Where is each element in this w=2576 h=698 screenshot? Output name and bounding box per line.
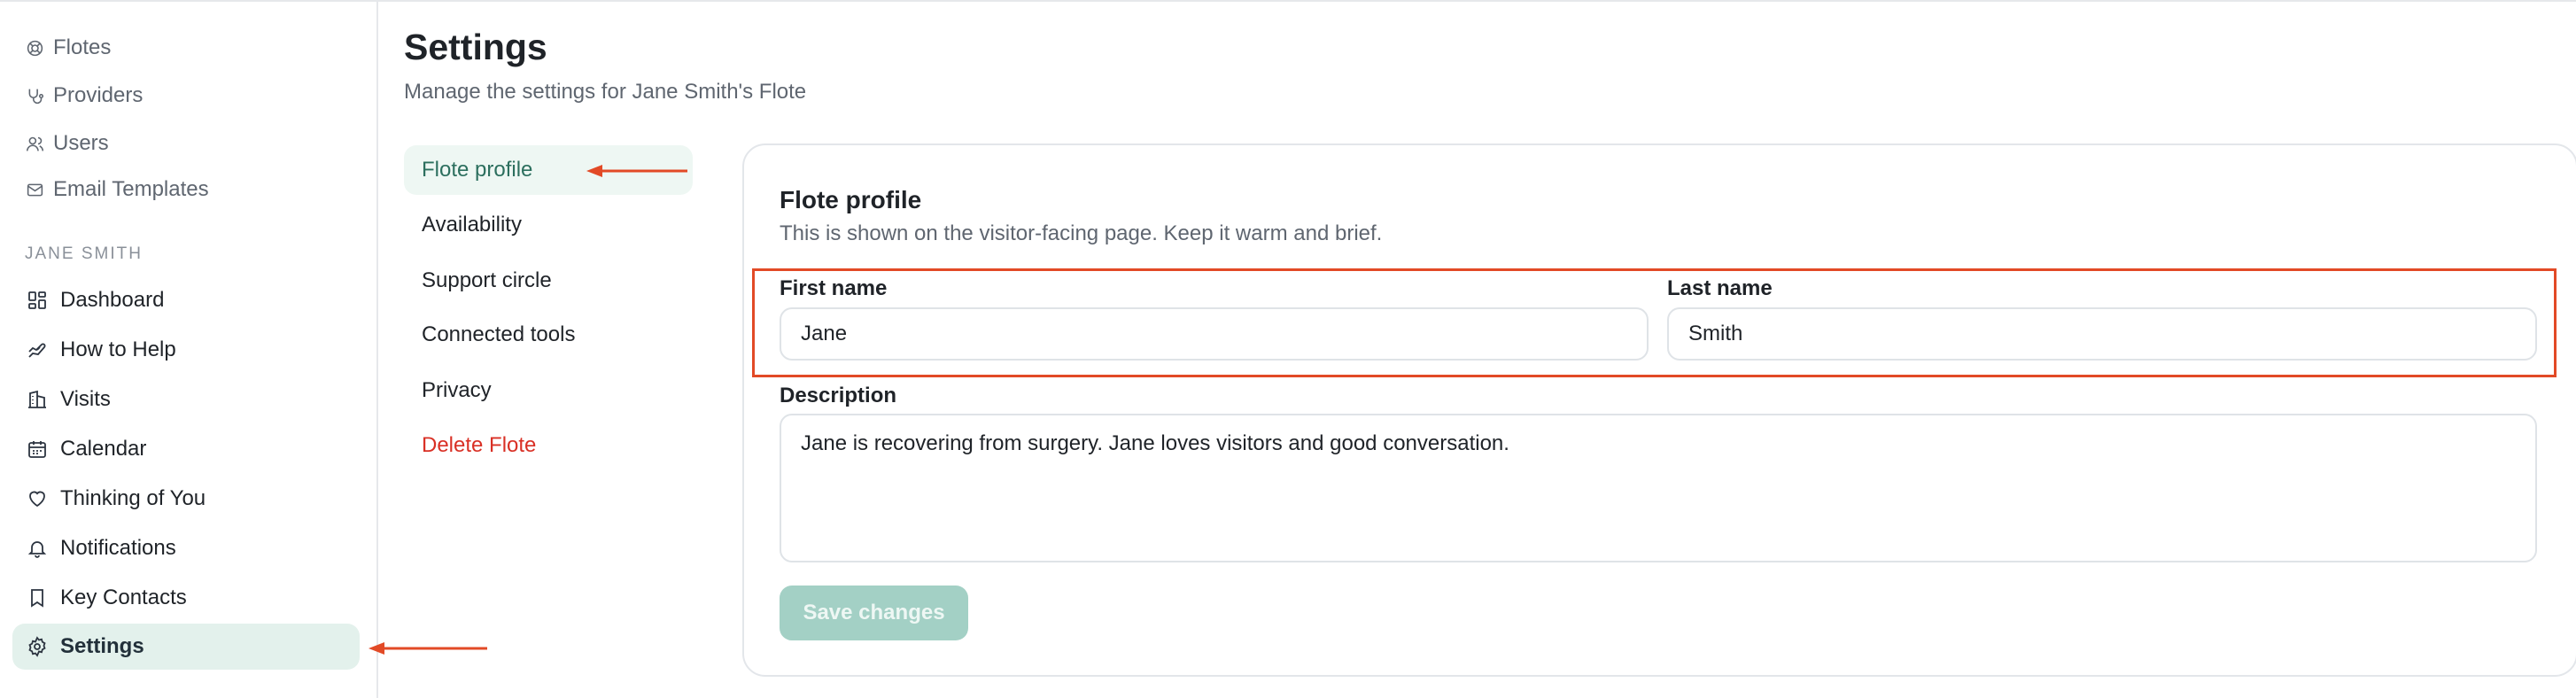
sidebar-item-label: Email Templates bbox=[53, 177, 209, 201]
sidebar-item-dashboard[interactable]: Dashboard bbox=[12, 277, 360, 323]
bell-icon bbox=[25, 536, 50, 561]
section-label: JANE SMITH bbox=[25, 244, 143, 263]
save-button[interactable]: Save changes bbox=[780, 586, 968, 640]
sidebar-item-visits[interactable]: Visits bbox=[12, 376, 360, 423]
sidebar-item-label: Providers bbox=[53, 83, 144, 107]
mail-icon bbox=[25, 177, 44, 202]
sidebar-item-label: Settings bbox=[60, 634, 144, 658]
description-field[interactable]: Jane is recovering from surgery. Jane lo… bbox=[780, 414, 2537, 562]
sidebar: Flotes Providers Users Email Templates J… bbox=[0, 0, 378, 698]
tab-connected-tools[interactable]: Connected tools bbox=[404, 310, 693, 360]
sidebar-item-flotes[interactable]: Flotes bbox=[12, 25, 360, 71]
lifebuoy-icon bbox=[25, 35, 44, 60]
annotation-arrow-flote-profile bbox=[586, 165, 687, 177]
sidebar-item-notifications[interactable]: Notifications bbox=[12, 525, 360, 571]
tab-delete-flote[interactable]: Delete Flote bbox=[404, 421, 693, 470]
description-label: Description bbox=[780, 384, 897, 407]
tab-support-circle[interactable]: Support circle bbox=[404, 256, 693, 306]
card-description: This is shown on the visitor-facing page… bbox=[780, 221, 1383, 245]
sidebar-item-label: Key Contacts bbox=[60, 586, 187, 609]
tab-privacy[interactable]: Privacy bbox=[404, 366, 693, 415]
sidebar-item-key-contacts[interactable]: Key Contacts bbox=[12, 575, 360, 621]
heart-icon bbox=[25, 486, 50, 511]
helping-hand-icon bbox=[25, 337, 50, 362]
sidebar-item-label: Flotes bbox=[53, 35, 112, 59]
sidebar-item-settings[interactable]: Settings bbox=[12, 624, 360, 670]
card-title: Flote profile bbox=[780, 186, 922, 213]
dashboard-icon bbox=[25, 288, 50, 313]
sidebar-item-label: Visits bbox=[60, 387, 111, 411]
annotation-arrow-settings bbox=[369, 642, 487, 655]
sidebar-item-email-templates[interactable]: Email Templates bbox=[12, 167, 360, 213]
sidebar-item-label: How to Help bbox=[60, 337, 176, 361]
sidebar-item-label: Users bbox=[53, 131, 109, 155]
bookmark-icon bbox=[25, 586, 50, 610]
stethoscope-icon bbox=[25, 83, 44, 108]
annotation-highlight-box bbox=[752, 268, 2557, 377]
calendar-icon bbox=[25, 437, 50, 461]
users-icon bbox=[25, 131, 44, 156]
building-icon bbox=[25, 387, 50, 412]
page-title: Settings bbox=[404, 27, 547, 67]
sidebar-item-users[interactable]: Users bbox=[12, 120, 360, 167]
gear-icon bbox=[25, 634, 50, 659]
sidebar-item-calendar[interactable]: Calendar bbox=[12, 426, 360, 472]
sidebar-item-how-to-help[interactable]: How to Help bbox=[12, 327, 360, 373]
sidebar-item-label: Notifications bbox=[60, 536, 176, 560]
sidebar-item-label: Thinking of You bbox=[60, 486, 206, 510]
tab-availability[interactable]: Availability bbox=[404, 200, 693, 250]
page-subtitle: Manage the settings for Jane Smith's Flo… bbox=[404, 80, 807, 104]
sidebar-item-label: Dashboard bbox=[60, 288, 165, 312]
top-border bbox=[0, 0, 2576, 2]
sidebar-item-label: Calendar bbox=[60, 437, 147, 461]
sidebar-item-providers[interactable]: Providers bbox=[12, 73, 360, 119]
sidebar-item-thinking-of-you[interactable]: Thinking of You bbox=[12, 476, 360, 522]
